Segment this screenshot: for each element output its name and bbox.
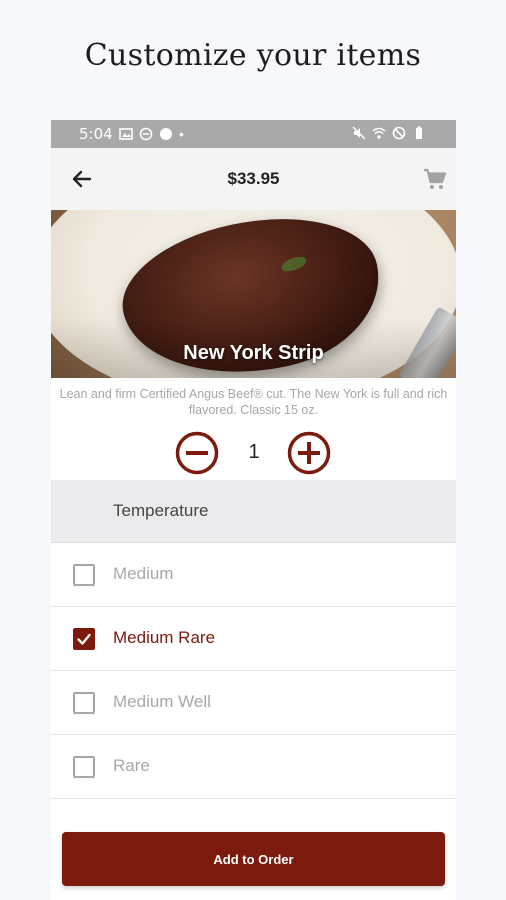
- blocked-icon: [392, 126, 406, 140]
- item-description: Lean and firm Certified Angus Beef® cut.…: [59, 387, 448, 417]
- item-name: New York Strip: [183, 342, 324, 364]
- option-label: Medium Well: [113, 692, 211, 711]
- item-price: $33.95: [227, 169, 280, 188]
- option-label: Medium: [113, 564, 174, 583]
- checkbox-icon[interactable]: [73, 564, 95, 586]
- option-rare[interactable]: Rare: [51, 735, 456, 799]
- status-time: 5:04: [79, 125, 113, 143]
- cart-icon[interactable]: [422, 166, 448, 192]
- app-bar: $33.95: [51, 148, 456, 211]
- checkbox-icon[interactable]: [73, 692, 95, 714]
- option-medium-well[interactable]: Medium Well: [51, 671, 456, 735]
- checkmark-icon: [77, 633, 91, 645]
- battery-icon: [416, 126, 422, 139]
- option-medium[interactable]: Medium: [51, 543, 456, 607]
- wifi-icon: [372, 127, 386, 139]
- gallery-icon: [119, 128, 133, 140]
- status-dot: •: [179, 126, 184, 142]
- minus-circle-icon[interactable]: [175, 431, 219, 475]
- add-to-order-button[interactable]: Add to Order: [62, 832, 445, 886]
- section-header-temperature: Temperature: [51, 480, 456, 543]
- page-headline: Customize your items: [84, 38, 422, 73]
- item-image: New York Strip: [51, 210, 456, 378]
- phone-screen: 5:04 • $33.95 New York Strip Lean and fi…: [51, 120, 456, 900]
- circle-icon: [160, 128, 172, 140]
- status-left-icons: •: [119, 126, 184, 142]
- checkbox-icon[interactable]: [73, 756, 95, 778]
- option-label: Rare: [113, 756, 150, 775]
- checkbox-icon[interactable]: [73, 628, 95, 650]
- option-medium-rare[interactable]: Medium Rare: [51, 607, 456, 671]
- quantity-value: 1: [248, 441, 260, 463]
- do-not-disturb-icon: [139, 127, 153, 141]
- option-label: Medium Rare: [113, 628, 216, 647]
- status-right-icons: [352, 126, 426, 140]
- status-bar: 5:04 •: [51, 120, 456, 148]
- mute-icon: [352, 126, 366, 140]
- quantity-stepper: 1: [51, 429, 456, 475]
- plus-circle-icon[interactable]: [287, 431, 331, 475]
- section-title: Temperature: [113, 501, 209, 520]
